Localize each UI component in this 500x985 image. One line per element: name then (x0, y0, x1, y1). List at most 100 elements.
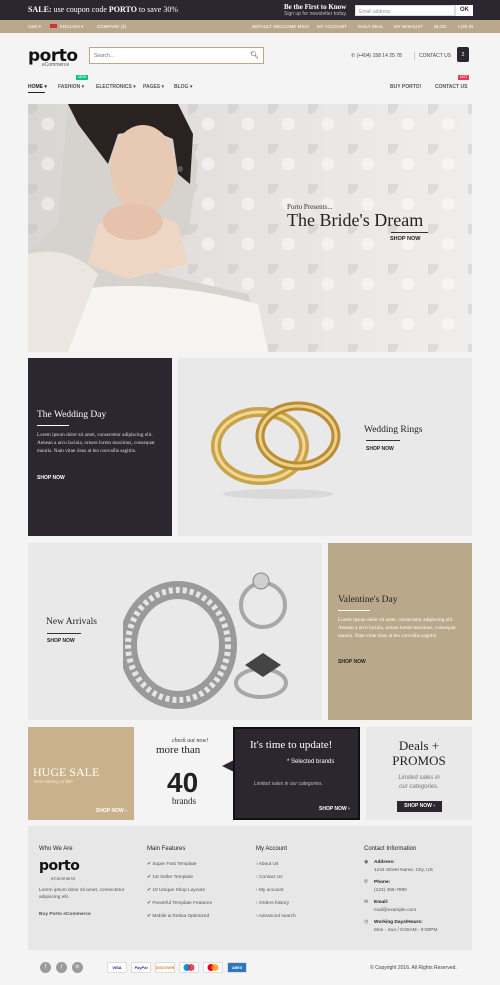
footer-feature-item: ✔ Super Fast Template (147, 862, 197, 867)
footer-account-link[interactable]: › Contact Us (256, 875, 283, 880)
new-arrivals-shop-now[interactable]: SHOP NOW (47, 638, 75, 644)
brands-text: brands (172, 796, 196, 806)
header-contact-link[interactable]: CONTACT US (419, 53, 451, 59)
address-label: Address: (374, 860, 395, 865)
footer-feature-item: ✔ Powerful Template Features (147, 901, 212, 906)
new-arrivals-panel[interactable]: New Arrivals SHOP NOW (28, 543, 322, 720)
nav-blog[interactable]: BLOG ▾ (174, 84, 192, 90)
top-links-bar: USD ▾ ENGLISH ▾ COMPARE (2) DEFAULT WELC… (0, 20, 500, 33)
currency-switcher[interactable]: USD ▾ (28, 24, 41, 30)
clock-icon: ◷ (364, 920, 369, 925)
huge-sale-shop-now[interactable]: SHOP NOW › (96, 808, 127, 814)
nav-contact-us[interactable]: CONTACT US (435, 84, 467, 90)
hours-label: Working Days/Hours: (374, 920, 423, 925)
hours-value: Mon - Sun / 9:00AM - 8:00PM (374, 928, 438, 933)
my-account-link[interactable]: MY ACCOUNT (317, 24, 347, 29)
footer-account-heading: My Account (256, 846, 288, 852)
more-than-text: more than (156, 744, 201, 756)
valentines-shop-now[interactable]: SHOP NOW (338, 659, 366, 665)
sale-message: SALE: use coupon code PORTO to save 30% (28, 5, 179, 14)
search-input[interactable] (94, 51, 244, 61)
footer-logo-subtitle: eCommerce (51, 876, 76, 881)
visa-icon: VISA (107, 962, 127, 973)
footer-who-heading: Who We Are (39, 846, 73, 852)
linkedin-icon[interactable]: in (72, 962, 83, 973)
footer: Who We Are porto eCommerce Lorem ipsum d… (28, 826, 472, 950)
footer-who-text: Lorem ipsum dolor sit amet, consectetur … (39, 888, 125, 900)
header-phone: ✆ (+404) 158 14 25 78 (351, 53, 402, 59)
update-selected: * Selected brands (287, 759, 335, 765)
login-link[interactable]: LOG IN (458, 24, 473, 29)
valentines-title: Valentine's Day (338, 595, 398, 605)
huge-sale-banner[interactable]: HUGE SALE Now starting at $99 SHOP NOW › (28, 727, 134, 820)
footer-feature-item: ✔ Mobile & Retina Optimized (147, 914, 210, 919)
phone-icon: ✆ (364, 880, 369, 885)
wedding-rings-panel[interactable]: Wedding Rings SHOP NOW (178, 358, 472, 536)
wedding-rings-title: Wedding Rings (364, 425, 423, 435)
deals-shop-now[interactable]: SHOP NOW › (397, 801, 442, 812)
address-value: 1234 Street Name, City, US (374, 868, 433, 873)
footer-feature-item: ✔ 1st Seller Template (147, 875, 194, 880)
hero-banner[interactable]: Porto Presents... The Bride's Dream SHOP… (28, 104, 472, 352)
hero-divider (391, 232, 428, 233)
daily-deal-link[interactable]: DAILY DEAL (358, 24, 384, 29)
cart-count: 2 (461, 52, 465, 58)
my-wishlist-link[interactable]: MY WISHLIST (394, 24, 423, 29)
newsletter-ok-button[interactable]: OK (455, 5, 473, 16)
footer-account-link[interactable]: › My account (256, 888, 283, 893)
amex-icon: AMEX (227, 962, 247, 973)
footer-logo[interactable]: porto (39, 858, 80, 874)
header-divider (414, 52, 415, 60)
footer-account-link[interactable]: › Orders history (256, 901, 289, 906)
deals-promos-banner[interactable]: Deals + PROMOS Limited sales in our cate… (366, 727, 472, 820)
discover-icon: DISCOVER (155, 962, 175, 973)
valentines-panel[interactable]: Valentine's Day Lorem ipsum dolor sit am… (328, 543, 472, 720)
bride-image (28, 104, 268, 352)
email-value[interactable]: mail@example.com (374, 908, 416, 913)
search-icon[interactable]: 🔍︎ (250, 51, 259, 59)
huge-sale-subtitle: Now starting at $99 (34, 779, 73, 784)
location-icon: ◉ (364, 860, 369, 865)
nav-home[interactable]: HOME ▾ (28, 84, 47, 90)
nav-buy-porto[interactable]: BUY PORTO! (390, 84, 421, 90)
update-banner[interactable]: It's time to update! * Selected brands L… (233, 727, 360, 820)
nav-fashion[interactable]: FASHION ▾ (58, 84, 84, 90)
wedding-rings-shop-now[interactable]: SHOP NOW (366, 446, 394, 452)
phone-label: Phone: (374, 880, 391, 885)
wedding-day-divider (37, 425, 69, 426)
promos-title: PROMOS (392, 753, 446, 768)
hot-badge: HOT (458, 75, 470, 80)
wedding-day-title: The Wedding Day (37, 410, 107, 420)
footer-contact-heading: Contact Information (364, 846, 417, 852)
nav-electronics[interactable]: ELECTRONICS ▾ (96, 84, 136, 90)
phone-value: (123) 456-7890 (374, 888, 407, 893)
footer-account-link[interactable]: › Advanced search (256, 914, 296, 919)
paypal-icon: PayPal (131, 962, 151, 973)
facebook-icon[interactable]: f (40, 962, 51, 973)
new-arrivals-title: New Arrivals (46, 617, 97, 627)
brands-banner[interactable]: check out now! more than 40 brands (140, 727, 234, 820)
footer-buy-porto-link[interactable]: Buy Porto eCommerce (39, 912, 91, 917)
wedding-day-panel[interactable]: The Wedding Day Lorem ipsum dolor sit am… (28, 358, 172, 536)
email-label: Email: (374, 900, 389, 905)
nav-pages[interactable]: PAGES ▾ (143, 84, 164, 90)
brands-count: 40 (167, 767, 199, 798)
wedding-day-shop-now[interactable]: SHOP NOW (37, 475, 65, 481)
wedding-rings-divider (366, 440, 400, 441)
footer-account-link[interactable]: › About Us (256, 862, 278, 867)
hero-shop-now[interactable]: SHOP NOW (390, 236, 420, 242)
envelope-icon: ✉ (364, 900, 369, 905)
deals-limited: Limited sales in (398, 775, 440, 781)
new-badge: NEW (76, 75, 89, 80)
update-shop-now[interactable]: SHOP NOW › (319, 806, 350, 812)
cart-icon[interactable]: 2 (457, 47, 469, 62)
flag-icon (50, 24, 57, 28)
language-switcher[interactable]: ENGLISH ▾ (60, 24, 83, 30)
blog-link[interactable]: BLOG (434, 24, 447, 29)
deals-title: Deals + (398, 738, 440, 753)
newsletter-subtext: Sign up for newsletter today. (284, 11, 347, 17)
newsletter-email-input[interactable]: Email address (355, 5, 455, 16)
twitter-icon[interactable]: t (56, 962, 67, 973)
search-box: 🔍︎ (89, 47, 264, 64)
compare-link[interactable]: COMPARE (2) (97, 24, 126, 29)
